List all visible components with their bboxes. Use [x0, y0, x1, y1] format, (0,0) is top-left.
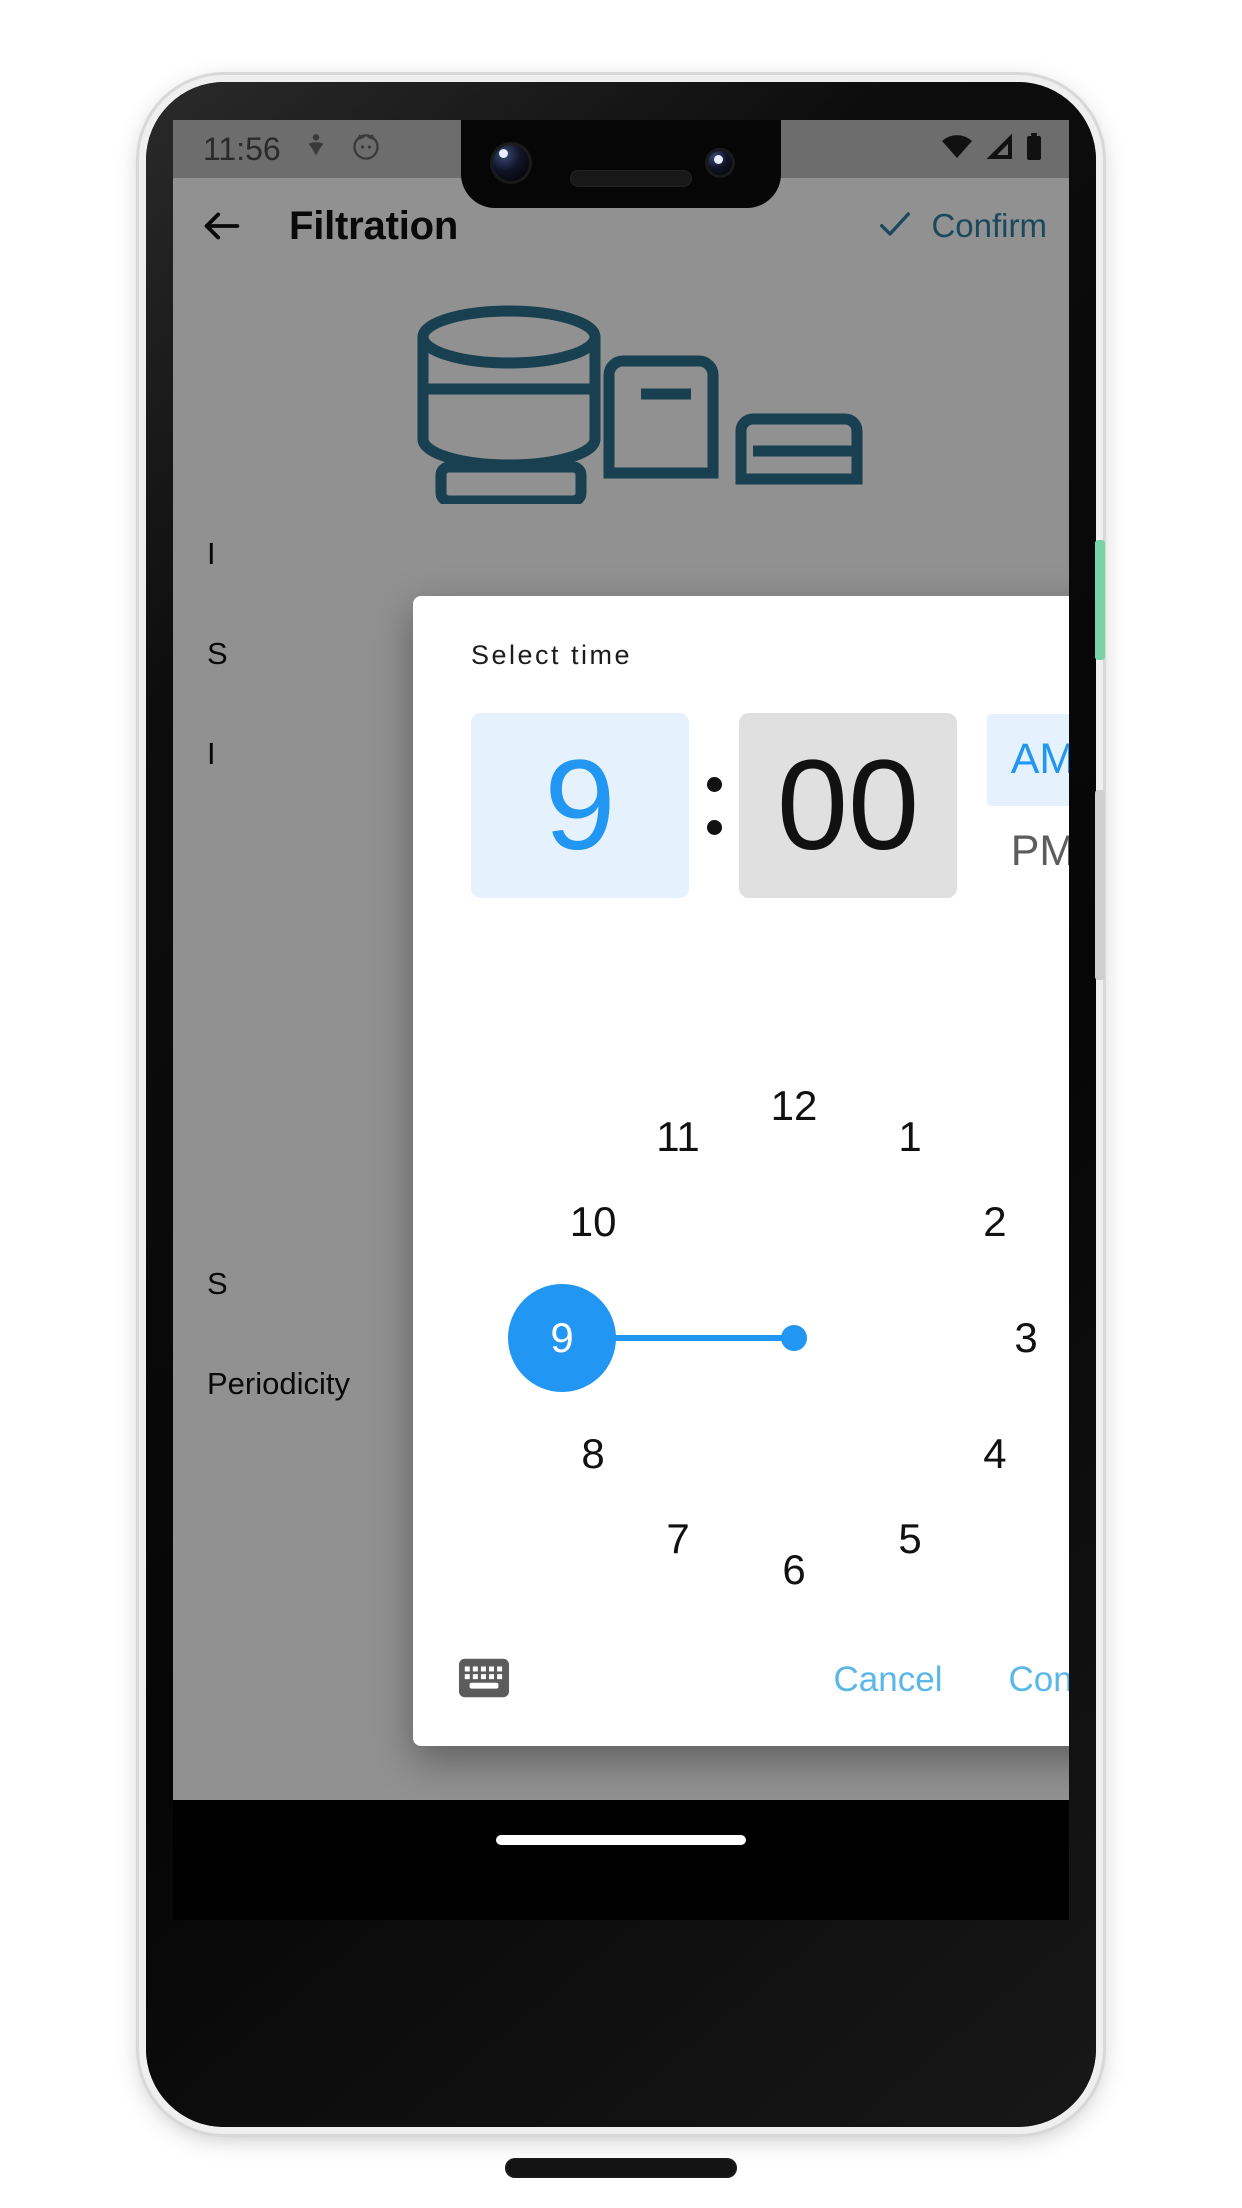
minute-field[interactable]: 00 [739, 713, 957, 898]
time-picker-dialog: Select time 9 00 AM PM 12 1 2 3 4 5 6 7 8 9 10 11 [413, 596, 1069, 1746]
clock-number-8[interactable]: 8 [558, 1419, 628, 1489]
clock-number-5[interactable]: 5 [875, 1504, 945, 1574]
dialog-confirm-button[interactable]: Confirm [1008, 1660, 1069, 1700]
system-navigation-bar [173, 1800, 1069, 1920]
secondary-camera-icon [705, 148, 735, 178]
clock-number-11[interactable]: 11 [643, 1102, 713, 1172]
earpiece-speaker [570, 170, 692, 187]
clock-number-2[interactable]: 2 [960, 1187, 1030, 1257]
status-bar-right [941, 132, 1043, 166]
cat-face-icon [351, 132, 381, 167]
cellular-signal-icon [984, 133, 1014, 165]
meridiem-toggle: AM PM [987, 713, 1069, 898]
clock-number-1[interactable]: 1 [875, 1102, 945, 1172]
clock-number-9[interactable]: 9 [508, 1284, 616, 1392]
screenshot-root: Filtration Confirm I S I S Periodicity 1… [0, 0, 1242, 2208]
dog-walk-icon [303, 133, 329, 166]
clock-number-3[interactable]: 3 [991, 1303, 1061, 1373]
clock-center-dot [781, 1325, 807, 1351]
meridiem-option-am[interactable]: AM [987, 713, 1069, 806]
clock-number-6[interactable]: 6 [759, 1535, 829, 1605]
battery-icon [1025, 132, 1043, 166]
dialog-footer: Cancel Confirm [413, 1614, 1069, 1746]
keyboard-icon[interactable] [459, 1658, 509, 1703]
time-separator-colon [689, 776, 739, 835]
bottom-speaker-grille [505, 2158, 737, 2178]
time-display: 9 00 AM PM [413, 671, 1069, 898]
clock-face[interactable]: 12 1 2 3 4 5 6 7 8 9 10 11 [494, 1038, 1069, 1638]
clock-number-10[interactable]: 10 [558, 1187, 628, 1257]
cancel-button[interactable]: Cancel [834, 1660, 943, 1700]
status-bar-clock: 11:56 [203, 130, 281, 167]
phone-screen: Filtration Confirm I S I S Periodicity 1… [173, 120, 1069, 1920]
status-bar-left: 11:56 [203, 131, 381, 168]
wifi-icon [941, 134, 973, 165]
volume-button[interactable] [1095, 790, 1105, 980]
hour-field[interactable]: 9 [471, 713, 689, 898]
front-camera-icon [490, 142, 532, 184]
power-button[interactable] [1095, 540, 1105, 660]
clock-number-12[interactable]: 12 [759, 1071, 829, 1141]
dialog-actions: Cancel Confirm [834, 1660, 1069, 1700]
clock-number-7[interactable]: 7 [643, 1504, 713, 1574]
meridiem-option-pm[interactable]: PM [987, 806, 1069, 898]
dialog-title: Select time [471, 640, 633, 670]
home-gesture-pill[interactable] [496, 1835, 746, 1845]
clock-number-4[interactable]: 4 [960, 1419, 1030, 1489]
